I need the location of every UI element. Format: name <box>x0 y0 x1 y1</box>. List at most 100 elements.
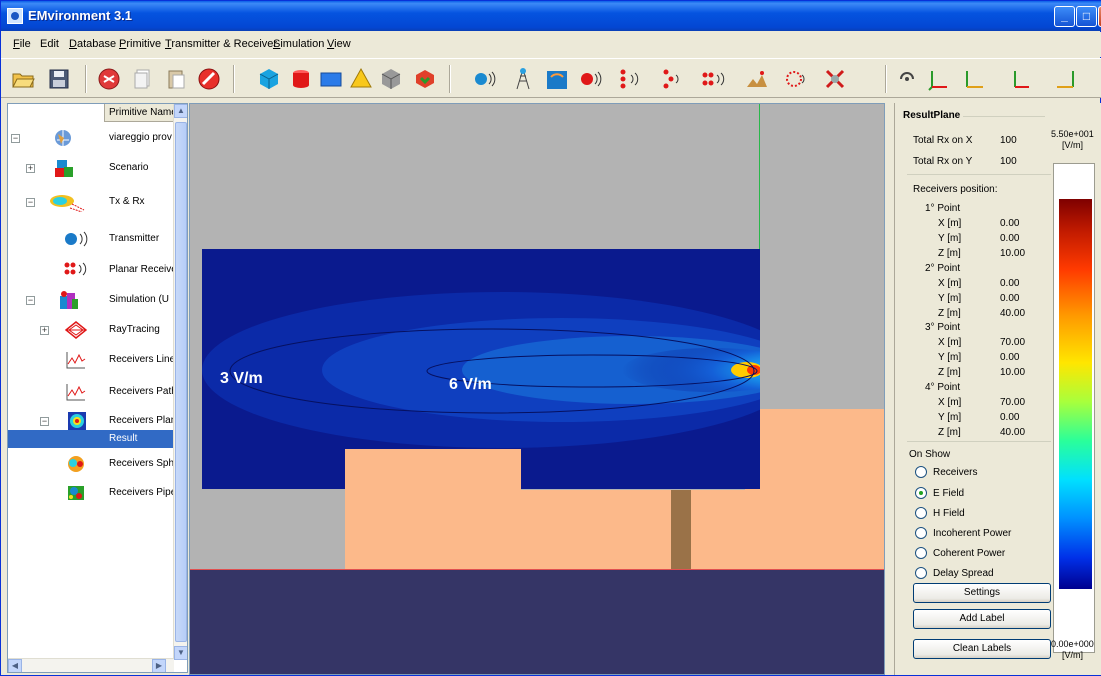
menu-file[interactable]: File <box>13 38 31 50</box>
tree-item-label: Receivers Pipe <box>109 487 173 498</box>
collapse-icon[interactable]: − <box>40 417 49 426</box>
menu-view[interactable]: View <box>327 38 351 50</box>
clean-labels-button[interactable]: Clean Labels <box>913 639 1051 659</box>
point-name: 2° Point <box>925 263 961 274</box>
axis-view-yz-icon[interactable] <box>1007 67 1031 91</box>
tree-horizontal-scrollbar[interactable]: ◀ ▶ <box>8 658 174 672</box>
scroll-left-icon[interactable]: ◀ <box>8 659 22 672</box>
radio-coherent-power[interactable] <box>915 547 927 559</box>
import-object-icon[interactable] <box>413 67 437 91</box>
menu-transmitter-receiver[interactable]: Transmitter & Receiver <box>165 38 277 50</box>
save-icon[interactable] <box>47 67 71 91</box>
radio-receivers[interactable] <box>915 466 927 478</box>
toolbar-separator <box>85 65 87 93</box>
tree-item-planar-receivers[interactable]: Planar Receivers <box>8 256 174 284</box>
tree-item-receivers-line[interactable]: Receivers Line <box>8 346 174 374</box>
terrain-receivers-icon[interactable] <box>745 67 769 91</box>
settings-button[interactable]: Settings <box>913 583 1051 603</box>
axis-view-xy-icon[interactable] <box>1055 67 1079 91</box>
tree-column-header[interactable]: Primitive Name <box>104 104 174 122</box>
radio-e-field[interactable] <box>915 487 927 499</box>
receivers-position-label: Receivers position: <box>913 184 998 195</box>
expand-icon[interactable]: + <box>26 164 35 173</box>
option-receivers-label[interactable]: Receivers <box>933 467 977 478</box>
tree-item-raytracing[interactable]: + RayTracing <box>8 316 174 344</box>
menu-edit[interactable]: Edit <box>40 38 59 50</box>
colorbar-max-value: 5.50e+001 <box>1051 129 1094 139</box>
tree-item-receivers-path[interactable]: Receivers Path <box>8 378 174 406</box>
axis-z-label: Z [m] <box>938 308 961 319</box>
line-receivers-icon[interactable] <box>617 67 641 91</box>
sphere-receivers-icon[interactable] <box>785 67 809 91</box>
add-label-button[interactable]: Add Label <box>913 609 1051 629</box>
paste-icon[interactable] <box>164 67 188 91</box>
antenna-tower-icon[interactable] <box>511 67 535 91</box>
group-divider <box>963 116 1045 117</box>
building-middle <box>521 490 745 571</box>
point-z-value: 40.00 <box>1000 427 1026 438</box>
planar-receivers-icon[interactable] <box>701 67 725 91</box>
add-transmitter-icon[interactable] <box>473 67 497 91</box>
axis-view-xyz-icon[interactable] <box>927 67 951 91</box>
radio-h-field[interactable] <box>915 507 927 519</box>
tree-item-scenario[interactable]: + Scenario <box>8 154 174 182</box>
colorbar-min-unit: [V/m] <box>1062 650 1084 660</box>
menu-database[interactable]: Database <box>69 38 116 50</box>
pipe-receivers-icon[interactable] <box>823 67 847 91</box>
menu-primitive[interactable]: Primitive <box>119 38 161 50</box>
pyramid-primitive-icon[interactable] <box>349 67 373 91</box>
tree-item-simulation[interactable]: − Simulation (U <box>8 286 174 314</box>
scrollbar-thumb[interactable] <box>175 122 187 642</box>
scene-viewport[interactable]: 3 V/m 6 V/m <box>189 103 885 675</box>
tree-item-result[interactable]: Result <box>8 430 174 448</box>
tree-item-receivers-sphere[interactable]: Receivers Sphere <box>8 450 174 478</box>
field-label-3vm[interactable]: 3 V/m <box>220 370 263 388</box>
tree-vertical-scrollbar[interactable]: ▲ ▼ <box>173 104 187 660</box>
option-coherent-power-label[interactable]: Coherent Power <box>933 548 1005 559</box>
total-rx-y-label: Total Rx on Y <box>913 156 973 167</box>
radio-delay-spread[interactable] <box>915 567 927 579</box>
path-receivers-icon[interactable] <box>661 67 685 91</box>
expand-icon[interactable]: + <box>40 326 49 335</box>
building-primitive-icon[interactable] <box>379 67 403 91</box>
base-station-icon[interactable] <box>545 67 569 91</box>
point-name: 1° Point <box>925 203 961 214</box>
axis-view-xz-icon[interactable] <box>961 67 985 91</box>
scroll-down-icon[interactable]: ▼ <box>174 646 187 660</box>
collapse-icon[interactable]: − <box>26 296 35 305</box>
on-show-label: On Show <box>909 449 951 460</box>
menu-simulation[interactable]: Simulation <box>273 38 324 50</box>
point-receiver-icon[interactable] <box>579 67 603 91</box>
cube-primitive-icon[interactable] <box>257 67 281 91</box>
tree-item-tx-rx[interactable]: − Tx & Rx <box>8 188 174 216</box>
rotate-view-icon[interactable] <box>895 67 919 91</box>
cut-icon[interactable] <box>97 67 121 91</box>
radio-incoherent-power[interactable] <box>915 527 927 539</box>
menu-bar: File Edit Database Primitive Transmitter… <box>1 32 1101 57</box>
point-x-value: 70.00 <box>1000 397 1026 408</box>
option-h-field-label[interactable]: H Field <box>933 508 965 519</box>
point-y-value: 0.00 <box>1000 412 1020 423</box>
scroll-right-icon[interactable]: ▶ <box>152 659 166 672</box>
option-incoherent-power-label[interactable]: Incoherent Power <box>933 528 1011 539</box>
open-folder-icon[interactable] <box>11 67 35 91</box>
field-label-6vm[interactable]: 6 V/m <box>449 376 492 394</box>
axis-x-label: X [m] <box>938 278 962 289</box>
option-e-field-label[interactable]: E Field <box>933 488 964 499</box>
maximize-button[interactable]: □ <box>1076 6 1097 27</box>
tree-item-project[interactable]: − viareggio prov <box>8 124 174 152</box>
minimize-button[interactable]: _ <box>1054 6 1075 27</box>
point-y-value: 0.00 <box>1000 293 1020 304</box>
option-delay-spread-label[interactable]: Delay Spread <box>933 568 994 579</box>
copy-icon[interactable] <box>131 67 155 91</box>
plane-primitive-icon[interactable] <box>319 67 343 91</box>
point-name: 4° Point <box>925 382 961 393</box>
scroll-up-icon[interactable]: ▲ <box>174 104 187 118</box>
collapse-icon[interactable]: − <box>11 134 20 143</box>
cylinder-primitive-icon[interactable] <box>289 67 313 91</box>
tree-item-transmitter[interactable]: Transmitter <box>8 225 174 253</box>
tree-item-label: Receivers Sphere <box>109 458 173 469</box>
delete-icon[interactable] <box>197 67 221 91</box>
tree-item-receivers-pipe[interactable]: Receivers Pipe <box>8 479 174 507</box>
collapse-icon[interactable]: − <box>26 198 35 207</box>
